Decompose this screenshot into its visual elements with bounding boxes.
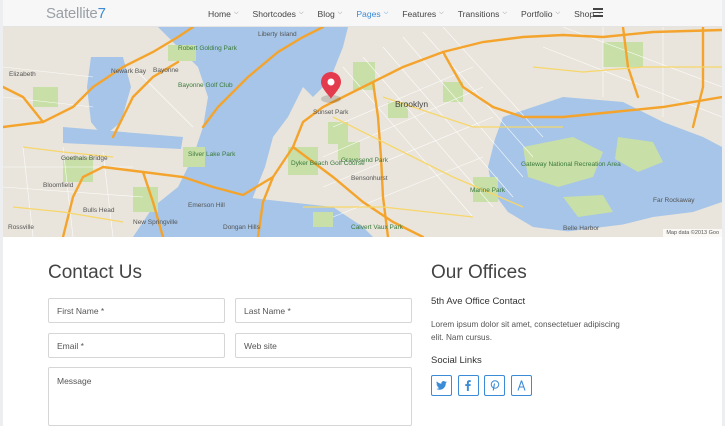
chevron-down-icon: ⌵ [383,10,389,16]
placeholder-text: First Name * [57,305,105,316]
nav-label: Home [208,8,231,19]
logo-number: 7 [97,5,106,22]
nav-label: Shortcodes [252,8,296,19]
logo-text: Satellite [46,5,98,22]
office-description: Lorem ipsum dolor sit amet, consectetuer… [431,320,620,342]
map-label: Newark Bay [111,68,147,75]
map-label: Silver Lake Park [188,151,236,158]
twitter-button[interactable] [431,375,452,396]
last-name-input[interactable]: Last Name * [235,298,412,323]
map-label: Calvert Vaux Park [351,224,403,231]
nav-item-portfolio[interactable]: Portfolio ⌵ [521,9,560,19]
nav-item-blog[interactable]: Blog ⌵ [318,9,343,19]
map-label: Rossville [8,224,35,231]
map-label: Bulls Head [83,207,115,214]
map-label: Sunset Park [313,109,349,116]
placeholder-text: Email * [57,340,84,351]
map-label: Bayonne Golf Club [178,82,233,89]
message-textarea[interactable]: Message [48,367,412,426]
map-label: Bensonhurst [351,175,388,182]
placeholder-text: Web site [244,340,277,351]
app-icon [516,380,526,391]
website-input[interactable]: Web site [235,333,412,358]
placeholder-text: Message [57,376,92,386]
map-view[interactable]: Elizabeth Newark Bay Bayonne Robert Gold… [3,27,722,237]
facebook-button[interactable] [457,375,479,396]
map-label: Bloomfield [43,182,74,189]
top-header: Satellite7 Home ⌵ Shortcodes ⌵ Blog ⌵ Pages… [3,0,722,27]
map-pin-icon [321,71,342,103]
nav-item-features[interactable]: Features ⌵ [402,9,443,19]
map-label: Goethals Bridge [61,155,108,162]
twitter-icon [436,381,447,390]
placeholder-text: Last Name * [244,305,291,316]
nav-label: Transitions [457,8,500,19]
nav-label: Blog [317,8,335,19]
map-label: Gravesend Park [341,157,388,164]
nav-label: Shop [574,8,595,19]
contact-title: Contact Us [48,262,142,283]
hamburger-menu-icon[interactable] [593,8,603,17]
chevron-down-icon: ⌵ [502,10,508,16]
map-label: Liberty Island [258,31,297,38]
main-nav: Home ⌵ Shortcodes ⌵ Blog ⌵ Pages ⌵ Features ⌵… [208,0,616,27]
site-logo[interactable]: Satellite7 [46,5,106,22]
map-label: Marine Park [470,187,506,194]
app-button[interactable] [510,375,532,396]
map-label: Dongan Hills [223,224,260,231]
social-links [431,375,537,396]
chevron-down-icon: ⌵ [298,10,304,16]
first-name-input[interactable]: First Name * [48,298,225,323]
nav-item-pages[interactable]: Pages ⌵ [356,9,388,19]
office-subtitle: 5th Ave Office Contact [431,296,526,307]
map-label: Bayonne [153,67,179,74]
map-label: Far Rockaway [653,197,695,204]
nav-item-home[interactable]: Home ⌵ [208,9,239,19]
page-frame: Satellite7 Home ⌵ Shortcodes ⌵ Blog ⌵ Pages… [3,0,722,426]
nav-item-shortcodes[interactable]: Shortcodes ⌵ [253,9,304,19]
chevron-down-icon: ⌵ [439,10,444,16]
map-canvas [3,27,722,237]
email-input[interactable]: Email * [48,333,225,358]
map-label: Belle Harbor [563,225,600,232]
chevron-down-icon: ⌵ [233,10,239,16]
map-label: Gateway National Recreation Area [521,161,621,168]
map-credit[interactable]: Map data ©2013 Goo [663,229,722,237]
social-links-title: Social Links [431,355,482,366]
map-label: New Springville [133,219,178,226]
map-label: Brooklyn [395,99,429,109]
nav-label: Portfolio [521,8,553,19]
chevron-down-icon: ⌵ [555,10,561,16]
nav-label: Pages [356,8,381,19]
map-label: Emerson Hill [188,202,225,209]
chevron-down-icon: ⌵ [337,10,343,16]
map-label: Elizabeth [9,71,36,78]
facebook-icon [465,380,471,391]
map-label: Robert Golding Park [178,45,237,52]
pinterest-icon [490,380,499,391]
nav-label: Features [402,8,437,19]
nav-item-transitions[interactable]: Transitions ⌵ [458,9,507,19]
pinterest-button[interactable] [484,375,505,396]
offices-title: Our Offices [431,262,527,283]
